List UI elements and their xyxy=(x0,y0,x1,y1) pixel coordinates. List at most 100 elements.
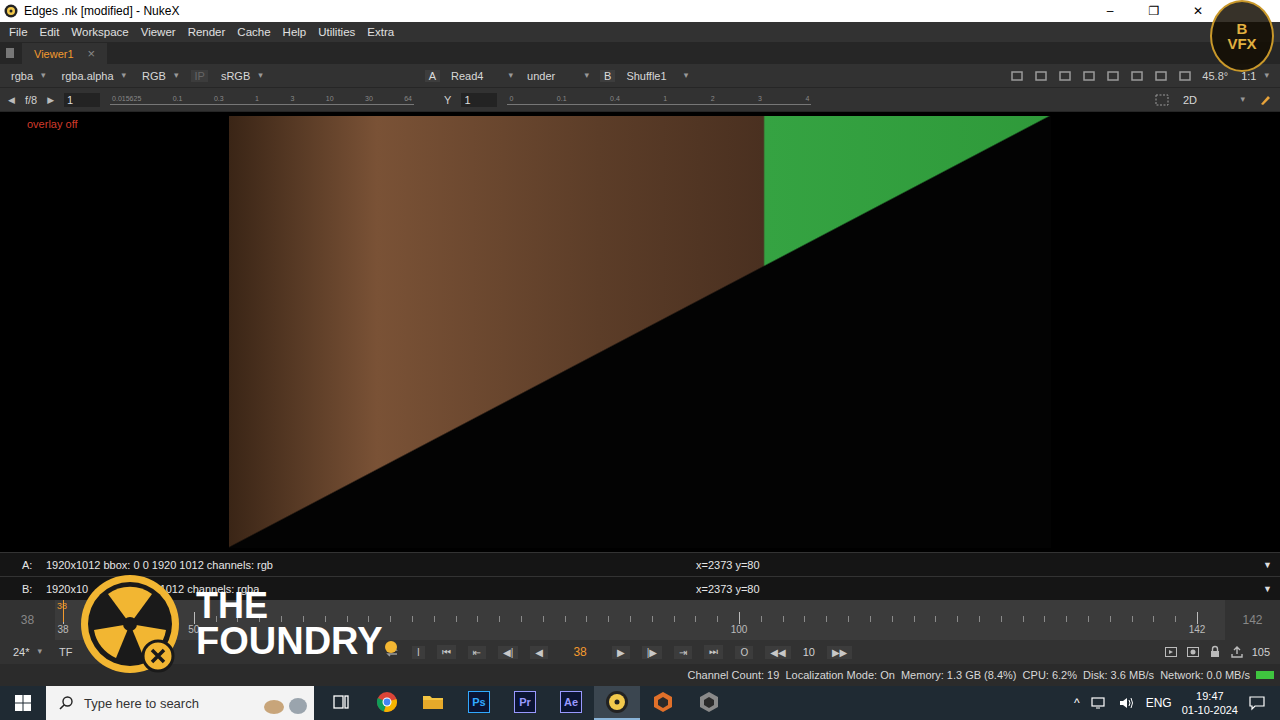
prev-stop-button[interactable]: ◀ xyxy=(8,95,15,105)
transport-button[interactable]: ⏭ xyxy=(704,645,723,659)
slider-tick: 2 xyxy=(711,94,715,104)
roi-icon[interactable] xyxy=(1010,69,1024,83)
gain-slider[interactable]: 0.0156250.10.313103064 xyxy=(110,94,414,105)
list-icon[interactable] xyxy=(1106,69,1120,83)
info-panel: A: 1920x1012 bbox: 0 0 1920 1012 channel… xyxy=(0,552,1280,600)
fps-dropdown[interactable]: 24* ▾ xyxy=(10,645,45,659)
viewer-canvas[interactable]: overlay off xyxy=(0,112,1280,552)
watermark-letter: B xyxy=(1237,21,1248,36)
tray-chevron[interactable]: ^ xyxy=(1074,696,1080,710)
start-frame[interactable]: 38 xyxy=(0,600,55,640)
menu-item[interactable]: Utilities xyxy=(313,24,360,40)
taskbar-app[interactable] xyxy=(318,686,364,720)
slider-tick: 3 xyxy=(758,94,762,104)
menu-item[interactable]: Extra xyxy=(362,24,399,40)
flipbook-icon[interactable] xyxy=(1164,645,1178,659)
playhead-frame: 38 xyxy=(57,601,67,611)
volume-icon[interactable] xyxy=(1118,696,1136,710)
playhead[interactable]: 38 xyxy=(63,600,64,622)
taskbar-app[interactable]: Ae xyxy=(548,686,594,720)
channels-dropdown[interactable]: rgba ▾ xyxy=(8,69,49,83)
foundry-watermark: THE FOUNDRY xyxy=(78,572,397,676)
clock-date: 01-10-2024 xyxy=(1182,703,1238,717)
taskbar-app[interactable] xyxy=(640,686,686,720)
nuke-app-icon xyxy=(605,690,629,714)
end-frame-field[interactable]: 105 xyxy=(1252,646,1270,658)
transport-button[interactable]: ◀ xyxy=(530,646,548,659)
gain-field[interactable]: 1 xyxy=(64,93,100,107)
menu-item[interactable]: Workspace xyxy=(66,24,133,40)
transport-button[interactable]: ⏮ xyxy=(437,645,456,659)
adobe-app-icon: Pr xyxy=(514,691,536,713)
transport-button[interactable]: I xyxy=(412,646,425,659)
window-control[interactable]: – xyxy=(1088,4,1132,18)
transport-button[interactable]: |▶ xyxy=(642,646,662,659)
lock-icon[interactable] xyxy=(1208,645,1222,659)
ip-button[interactable]: IP xyxy=(191,70,207,82)
refresh-icon[interactable] xyxy=(1130,69,1144,83)
network-icon[interactable] xyxy=(1090,696,1108,710)
gamma-field[interactable]: 1 xyxy=(461,93,497,107)
wipe-icon[interactable] xyxy=(1058,69,1072,83)
b-input-dropdown[interactable]: Shuffle1 ▾ xyxy=(623,69,691,83)
gear-icon[interactable] xyxy=(1154,69,1168,83)
step-field[interactable]: 10 xyxy=(803,646,815,658)
taskbar-app[interactable] xyxy=(410,686,456,720)
compare-icon[interactable] xyxy=(1082,69,1096,83)
next-stop-button[interactable]: ▶ xyxy=(47,95,54,105)
windows-start-icon[interactable] xyxy=(14,694,32,712)
safe-icon[interactable] xyxy=(1034,69,1048,83)
transport-button[interactable]: ⇤ xyxy=(468,646,486,659)
taskbar-app[interactable] xyxy=(686,686,732,720)
gamma-slider[interactable]: 00.10.41234 xyxy=(507,94,811,105)
expand-icon[interactable]: ▼ xyxy=(1263,584,1272,594)
close-icon[interactable]: × xyxy=(88,46,96,61)
transport-button[interactable]: O xyxy=(735,646,753,659)
slider-tick: 0.1 xyxy=(557,94,567,104)
export-icon[interactable] xyxy=(1230,645,1244,659)
transport-button[interactable]: ◀| xyxy=(498,646,518,659)
taskbar-app[interactable]: Pr xyxy=(502,686,548,720)
a-input-dropdown[interactable]: Read4 ▾ xyxy=(448,69,516,83)
composite-mode-dropdown[interactable]: under ▾ xyxy=(524,69,592,83)
current-frame-field[interactable]: 38 xyxy=(560,645,600,659)
pane-grip-icon[interactable] xyxy=(6,48,14,58)
info-row: B: 1920x10920 1012 channels: rgba x=2373… xyxy=(0,576,1280,600)
expand-icon[interactable]: ▼ xyxy=(1263,560,1272,570)
status-indicator-icon xyxy=(1256,671,1274,679)
window-control[interactable]: ❐ xyxy=(1132,4,1176,18)
taskbar-app[interactable] xyxy=(364,686,410,720)
pause-icon[interactable] xyxy=(1178,69,1192,83)
tf-button[interactable]: TF xyxy=(59,646,72,658)
taskbar-app[interactable] xyxy=(594,686,640,720)
folder-icon xyxy=(422,693,444,711)
step-forward-button[interactable]: ▶▶ xyxy=(827,646,852,659)
menu-item[interactable]: File xyxy=(4,24,33,40)
viewer-toolbar: rgba ▾ rgba.alpha ▾ RGB ▾ IP sRGB ▾ A Re… xyxy=(0,64,1280,88)
menu-item[interactable]: Render xyxy=(183,24,231,40)
transport-button[interactable]: ⇥ xyxy=(674,646,692,659)
slider-tick: 3 xyxy=(290,94,294,104)
menu-item[interactable]: Help xyxy=(278,24,312,40)
menu-item[interactable]: Edit xyxy=(35,24,65,40)
language-indicator[interactable]: ENG xyxy=(1146,696,1172,710)
display-dropdown[interactable]: RGB ▾ xyxy=(139,69,181,83)
menu-item[interactable]: Viewer xyxy=(136,24,181,40)
roi-icon[interactable] xyxy=(1154,93,1170,107)
end-frame[interactable]: 142 xyxy=(1225,600,1280,640)
lut-dropdown[interactable]: sRGB ▾ xyxy=(218,69,266,83)
alpha-dropdown[interactable]: rgba.alpha ▾ xyxy=(59,69,130,83)
record-icon[interactable] xyxy=(1186,645,1200,659)
taskbar-app[interactable]: Ps xyxy=(456,686,502,720)
viewer-tab[interactable]: Viewer1 × xyxy=(22,43,107,64)
menu-item[interactable]: Cache xyxy=(232,24,275,40)
step-back-button[interactable]: ◀◀ xyxy=(765,646,790,659)
overlay-status: overlay off xyxy=(27,118,78,130)
notification-icon[interactable] xyxy=(1248,695,1266,711)
transport-button[interactable]: ▶ xyxy=(612,646,630,659)
window-control[interactable]: ✕ xyxy=(1176,4,1220,18)
clock[interactable]: 19:47 01-10-2024 xyxy=(1182,689,1238,717)
view-mode-dropdown[interactable]: 2D ▾ xyxy=(1180,93,1248,107)
search-box[interactable]: Type here to search xyxy=(46,686,314,720)
pen-icon[interactable] xyxy=(1258,93,1272,107)
